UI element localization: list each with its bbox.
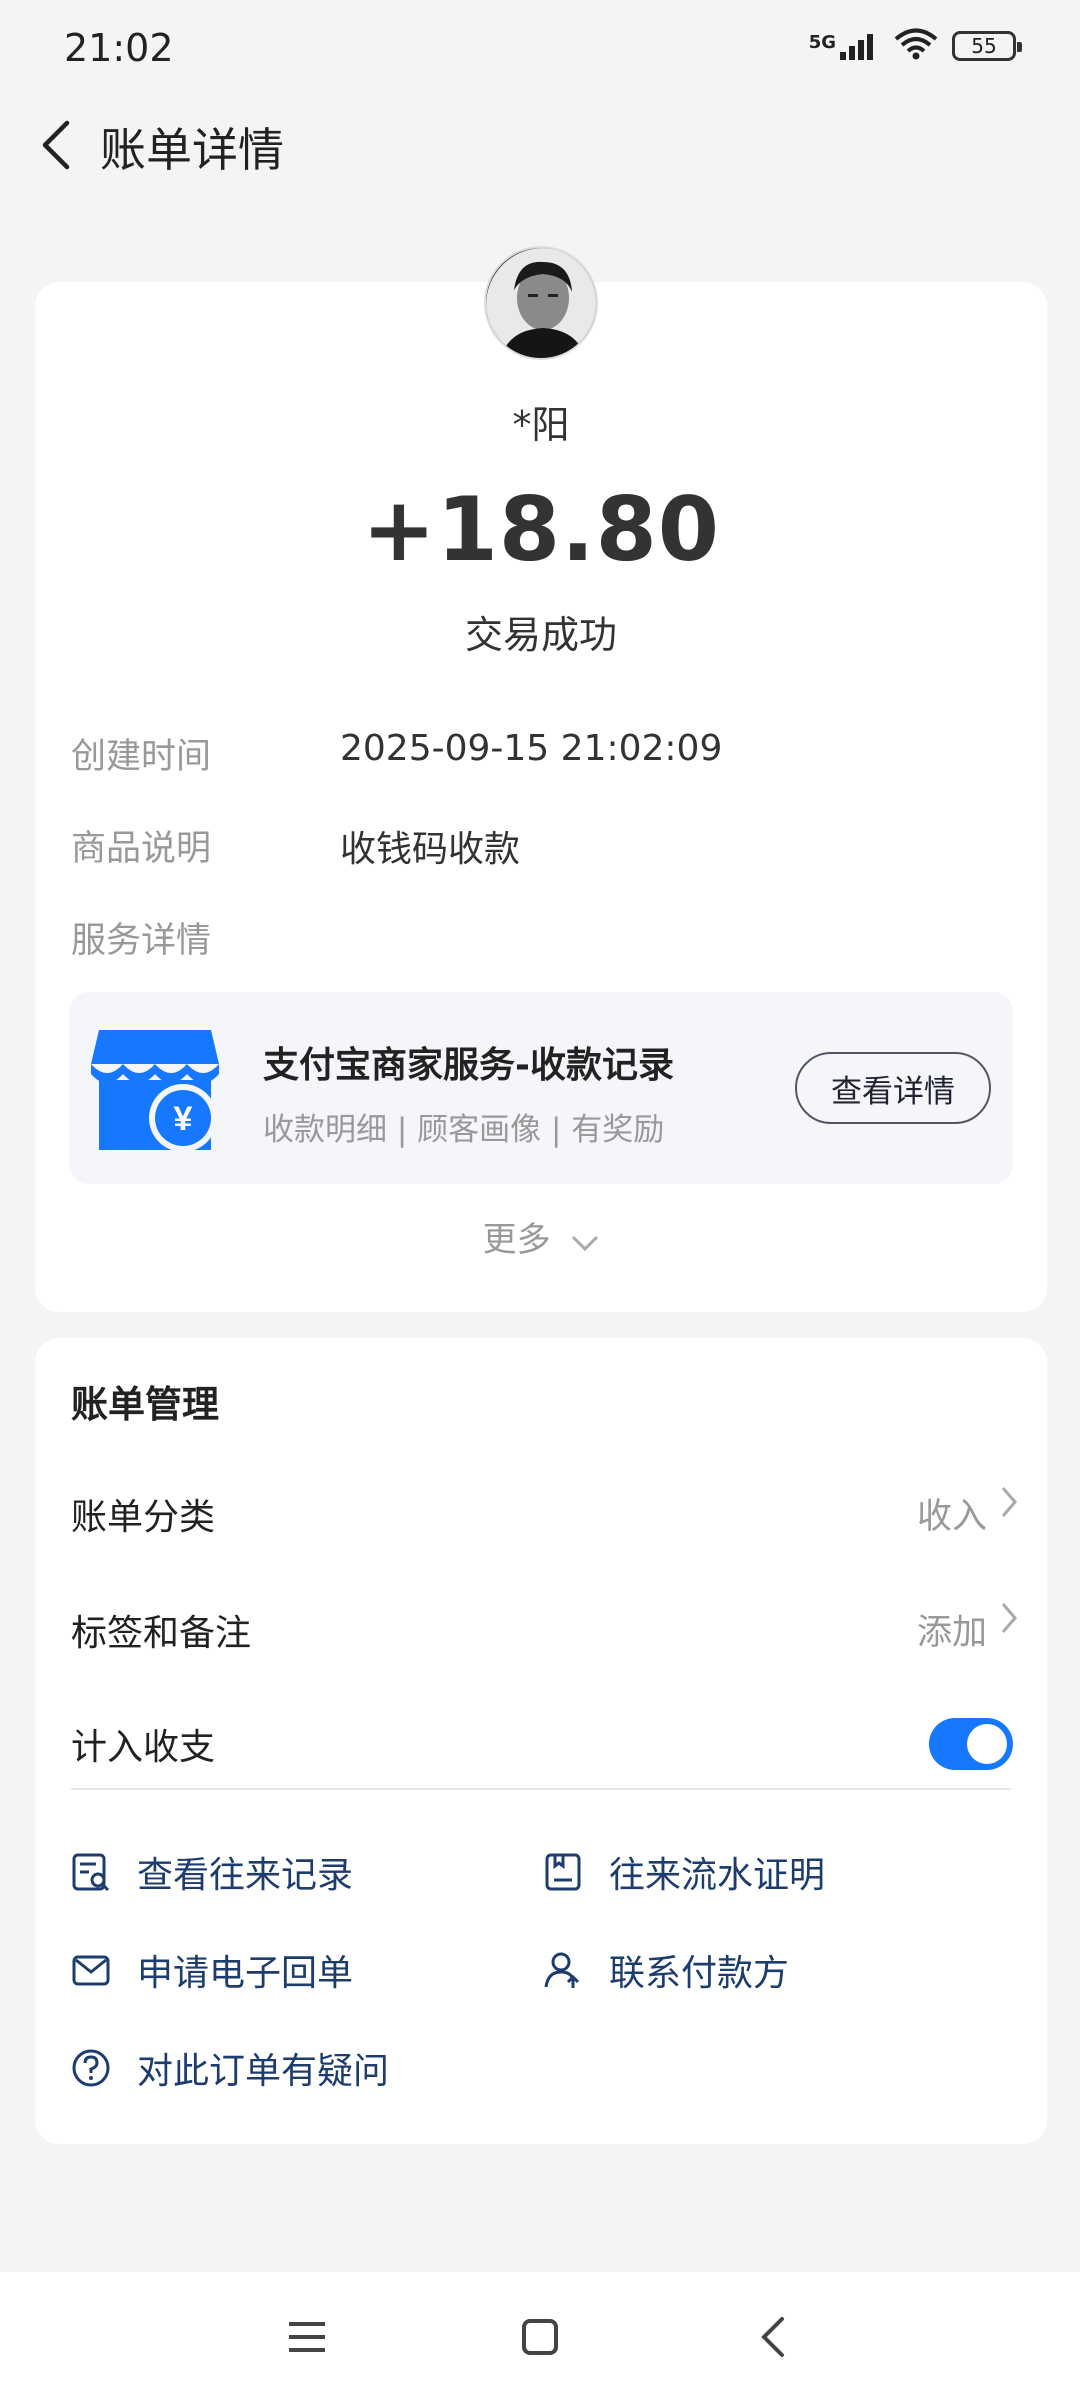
e-receipt-link[interactable]: 申请电子回单 (69, 1944, 353, 1996)
battery-icon: 55 (952, 31, 1022, 61)
avatar[interactable] (484, 246, 598, 360)
contact-person-icon (541, 1948, 585, 1992)
more-label: 更多 (482, 1220, 551, 1260)
home-icon[interactable] (505, 2302, 575, 2372)
include-in-stats-label: 计入收支 (71, 1727, 216, 1768)
view-records-link[interactable]: 查看往来记录 (69, 1846, 353, 1898)
divider (71, 1788, 1011, 1790)
network-label: 5G (808, 32, 836, 53)
back-arrow-icon[interactable] (26, 110, 86, 180)
chevron-down-icon (571, 1222, 599, 1262)
created-time-label: 创建时间 (71, 737, 212, 777)
header: 账单详情 (0, 100, 1080, 190)
include-in-stats-toggle[interactable] (929, 1718, 1013, 1770)
item-desc-value: 收钱码收款 (340, 829, 521, 870)
contact-payer-link[interactable]: 联系付款方 (541, 1944, 789, 1996)
payer-name: *阳 (512, 403, 570, 447)
bill-management-card: 账单管理 账单分类 收入 标签和备注 添加 计入收支 查看往来记录 往来流水证明… (35, 1338, 1047, 2144)
section-title: 账单管理 (71, 1383, 219, 1426)
signal-icon: 5G (809, 32, 880, 60)
shop-yuan-icon: ¥ (91, 1030, 219, 1152)
back-icon[interactable] (738, 2302, 808, 2372)
order-question-label: 对此订单有疑问 (137, 2051, 390, 2092)
status-bar: 21:02 5G 55 (0, 0, 1080, 100)
tags-notes-value: 添加 (916, 1613, 987, 1653)
document-icon (541, 1850, 585, 1894)
svg-text:¥: ¥ (174, 1100, 193, 1138)
service-subtitle: 收款明细 | 顾客画像 | 有奖励 (263, 1112, 665, 1148)
view-details-button[interactable]: 查看详情 (795, 1052, 991, 1124)
created-time-value: 2025-09-15 21:02:09 (340, 728, 723, 769)
item-desc-label: 商品说明 (71, 829, 212, 869)
trade-status: 交易成功 (464, 613, 617, 657)
bill-detail-card: *阳 +18.80 交易成功 创建时间 2025-09-15 21:02:09 … (35, 282, 1047, 1312)
service-title: 支付宝商家服务-收款记录 (263, 1045, 674, 1086)
merchant-service-panel[interactable]: ¥ 支付宝商家服务-收款记录 收款明细 | 顾客画像 | 有奖励 查看详情 (69, 992, 1013, 1184)
status-time: 21:02 (64, 26, 174, 70)
question-circle-icon (69, 2046, 113, 2090)
mail-icon (69, 1948, 113, 1992)
chevron-right-icon (999, 1484, 1019, 1529)
bill-category-label: 账单分类 (71, 1497, 216, 1538)
transaction-proof-link[interactable]: 往来流水证明 (541, 1846, 825, 1898)
wifi-icon (894, 28, 938, 64)
battery-level: 55 (971, 34, 997, 58)
system-nav-bar (0, 2272, 1080, 2400)
amount: +18.80 (361, 478, 721, 581)
transaction-proof-label: 往来流水证明 (609, 1855, 826, 1896)
record-search-icon (69, 1850, 113, 1894)
menu-icon[interactable] (272, 2302, 342, 2372)
status-icons: 5G 55 (809, 28, 1022, 64)
view-records-label: 查看往来记录 (137, 1855, 354, 1896)
service-detail-label: 服务详情 (71, 921, 212, 961)
e-receipt-label: 申请电子回单 (137, 1953, 354, 1994)
bill-category-value: 收入 (916, 1497, 987, 1537)
more-button[interactable]: 更多 (35, 1212, 1047, 1262)
contact-payer-label: 联系付款方 (609, 1953, 790, 1994)
chevron-right-icon (999, 1600, 1019, 1645)
order-question-link[interactable]: 对此订单有疑问 (69, 2042, 389, 2094)
page-title: 账单详情 (100, 123, 284, 177)
tags-notes-label: 标签和备注 (71, 1613, 252, 1654)
